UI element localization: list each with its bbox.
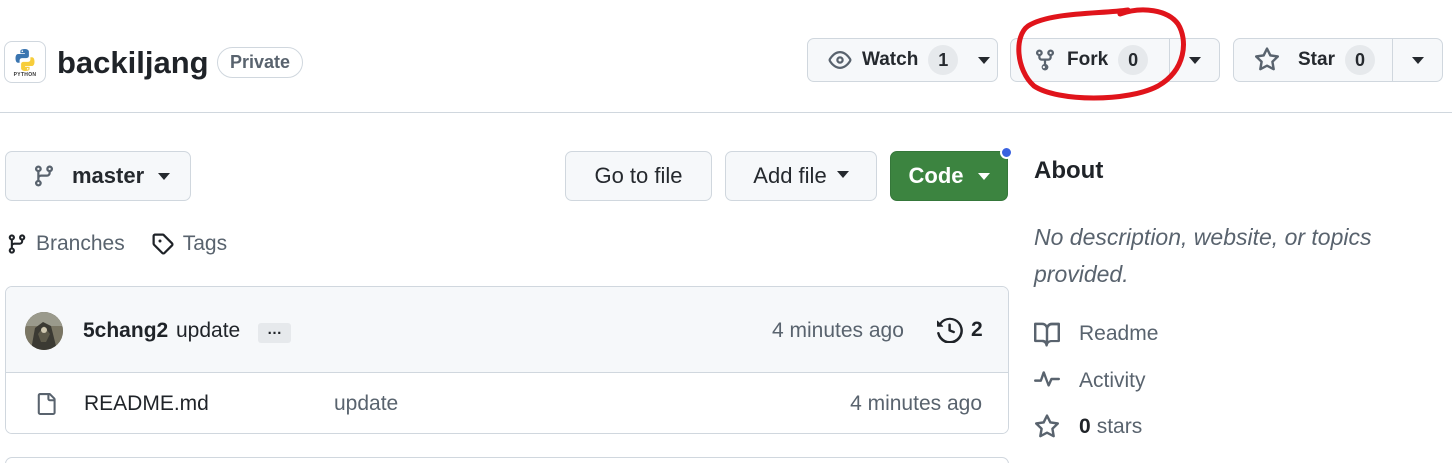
- visibility-badge: Private: [217, 47, 304, 78]
- book-icon: [1034, 321, 1062, 347]
- branch-name: master: [72, 163, 145, 188]
- history-icon: [937, 317, 963, 343]
- python-logo-icon: [15, 48, 35, 71]
- notification-dot: [1000, 146, 1013, 159]
- add-file-label: Add file: [753, 163, 827, 188]
- tag-icon: [151, 232, 175, 256]
- file-icon: [35, 391, 57, 417]
- star-icon: [1034, 414, 1062, 440]
- activity-link[interactable]: Activity: [1034, 368, 1146, 394]
- fork-dropdown-button[interactable]: [1169, 39, 1219, 81]
- branches-link[interactable]: Branches: [6, 232, 125, 256]
- branch-selector-button[interactable]: master: [5, 151, 191, 201]
- readme-panel: [5, 457, 1009, 463]
- commit-author-link[interactable]: 5chang2: [83, 319, 168, 343]
- avatar-caption: PYTHON: [13, 71, 37, 78]
- chevron-down-icon: [977, 172, 990, 180]
- file-name-link[interactable]: README.md: [84, 392, 209, 416]
- pulse-icon: [1034, 368, 1062, 394]
- go-to-file-button[interactable]: Go to file: [565, 151, 712, 201]
- star-dropdown-button[interactable]: [1392, 39, 1442, 81]
- file-table: 5chang2 update … 4 minutes ago 2 README.…: [5, 286, 1009, 434]
- add-file-button[interactable]: Add file: [725, 151, 877, 201]
- activity-label: Activity: [1079, 369, 1146, 392]
- readme-link[interactable]: Readme: [1034, 321, 1158, 347]
- fork-icon: [1033, 48, 1057, 72]
- repo-avatar: PYTHON: [4, 41, 46, 83]
- repo-name[interactable]: backiljang: [57, 44, 209, 82]
- avatar[interactable]: [25, 312, 63, 350]
- star-label: Star: [1298, 49, 1335, 70]
- watch-label: Watch: [862, 49, 919, 70]
- watch-button[interactable]: Watch 1: [808, 39, 970, 81]
- about-description: No description, website, or topics provi…: [1034, 224, 1372, 287]
- stars-count: 0: [1079, 415, 1091, 438]
- git-branch-icon: [6, 233, 28, 255]
- code-button[interactable]: Code: [890, 151, 1008, 201]
- file-commit-message-link[interactable]: update: [334, 392, 398, 416]
- repo-header: PYTHON backiljang Private Watch 1 Fork 0: [0, 0, 1452, 113]
- tags-link[interactable]: Tags: [151, 232, 227, 256]
- eye-icon: [828, 48, 852, 72]
- watch-count: 1: [928, 45, 959, 75]
- star-count: 0: [1344, 45, 1375, 75]
- git-branch-icon: [32, 164, 56, 188]
- tags-label: Tags: [182, 232, 228, 255]
- watch-dropdown-button[interactable]: [970, 39, 997, 81]
- table-row[interactable]: README.md update 4 minutes ago: [6, 373, 1008, 433]
- commit-history-link[interactable]: 2: [937, 317, 983, 343]
- chevron-down-icon: [158, 172, 171, 180]
- watch-button-group: Watch 1: [807, 38, 998, 82]
- about-heading: About: [1034, 157, 1104, 184]
- fork-button-group: Fork 0: [1010, 38, 1220, 82]
- fork-button[interactable]: Fork 0: [1011, 39, 1169, 81]
- stars-label: stars: [1096, 415, 1143, 438]
- latest-commit-row: 5chang2 update … 4 minutes ago 2: [6, 287, 1008, 373]
- chevron-down-icon: [1188, 56, 1201, 64]
- star-icon: [1254, 47, 1280, 73]
- commit-expand-button[interactable]: …: [258, 322, 291, 343]
- branches-label: Branches: [36, 232, 125, 255]
- branch-tag-links: Branches Tags: [6, 232, 227, 256]
- readme-label: Readme: [1079, 322, 1159, 345]
- chevron-down-icon: [977, 56, 990, 64]
- commit-count: 2: [971, 318, 983, 341]
- fork-label: Fork: [1067, 49, 1109, 70]
- chevron-down-icon: [1411, 56, 1424, 64]
- star-button-group: Star 0: [1233, 38, 1443, 82]
- stars-link[interactable]: 0 stars: [1034, 414, 1142, 440]
- commit-message-link[interactable]: update: [176, 319, 240, 343]
- star-button[interactable]: Star 0: [1234, 39, 1392, 81]
- file-time: 4 minutes ago: [850, 392, 982, 415]
- fork-count: 0: [1118, 45, 1149, 75]
- commit-time: 4 minutes ago: [772, 319, 904, 342]
- chevron-down-icon: [836, 170, 849, 178]
- code-label: Code: [908, 163, 964, 188]
